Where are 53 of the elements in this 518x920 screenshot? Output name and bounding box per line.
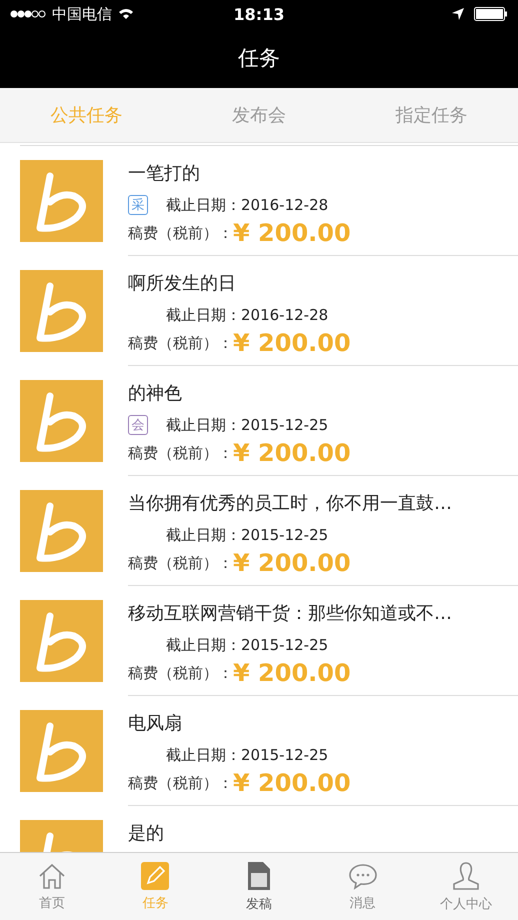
fee-amount: ¥ 200.00 xyxy=(233,219,351,247)
tab-bar-item[interactable]: 个人中心 xyxy=(414,853,518,920)
task-title: 是的 xyxy=(128,822,165,846)
fee-label: 稿费（税前）： xyxy=(128,774,233,792)
fee-amount: ¥ 200.00 xyxy=(233,439,351,467)
signal-icon xyxy=(10,10,46,18)
tab-bar-item[interactable]: 任务 xyxy=(104,853,208,920)
task-title: 移动互联网营销干货：那些你知道或不… xyxy=(128,602,453,626)
person-icon xyxy=(451,860,482,890)
fee-amount: ¥ 200.00 xyxy=(233,329,351,357)
pencil-icon xyxy=(141,862,170,890)
tab-bar-item[interactable]: 首页 xyxy=(0,853,104,920)
deadline-text: 截止日期：2016-12-28 xyxy=(166,306,328,324)
fee-amount: ¥ 200.00 xyxy=(233,549,351,577)
carrier-name: 中国电信 xyxy=(52,4,112,24)
deadline-text: 截止日期：2015-12-25 xyxy=(166,526,328,544)
logo-icon xyxy=(20,710,103,792)
tag-badge: 会 xyxy=(128,415,148,435)
logo-icon xyxy=(20,600,103,682)
task-title: 的神色 xyxy=(128,382,183,406)
chat-bubble-icon xyxy=(348,862,378,890)
tab-bar-item[interactable]: 发稿 xyxy=(207,853,311,920)
fee-label: 稿费（税前）： xyxy=(128,334,233,352)
tab-bar-item[interactable]: 消息 xyxy=(310,853,414,920)
segment-tab[interactable]: 指定任务 xyxy=(345,88,518,142)
logo-icon xyxy=(20,380,103,462)
logo-icon xyxy=(20,160,103,242)
task-title: 当你拥有优秀的员工时，你不用一直鼓… xyxy=(128,492,453,516)
battery-icon xyxy=(474,7,508,21)
home-icon xyxy=(36,862,67,890)
segment-tab[interactable]: 公共任务 xyxy=(0,88,173,142)
fee-label: 稿费（税前）： xyxy=(128,664,233,682)
fee-amount: ¥ 200.00 xyxy=(233,769,351,797)
logo-icon xyxy=(20,270,103,352)
deadline-text: 截止日期：2015-12-25 xyxy=(166,636,328,654)
fee-label: 稿费（税前）： xyxy=(128,444,233,462)
logo-icon xyxy=(20,490,103,572)
fee-amount: ¥ 200.00 xyxy=(233,659,351,687)
page-title: 任务 xyxy=(238,45,280,72)
deadline-text: 截止日期：2015-12-25 xyxy=(166,746,328,764)
tag-badge: 采 xyxy=(128,195,148,215)
location-arrow-icon xyxy=(452,8,464,20)
deadline-text: 截止日期：2015-12-25 xyxy=(166,416,328,434)
task-title: 啊所发生的日 xyxy=(128,272,237,296)
deadline-text: 截止日期：2016-12-28 xyxy=(166,196,328,214)
segment-tab[interactable]: 发布会 xyxy=(172,88,346,142)
document-icon xyxy=(246,860,271,890)
task-title: 一笔打的 xyxy=(128,162,201,186)
task-title: 电风扇 xyxy=(128,712,183,736)
fee-label: 稿费（税前）： xyxy=(128,554,233,572)
clock-time: 18:13 xyxy=(234,4,284,24)
wifi-icon xyxy=(118,8,134,20)
fee-label: 稿费（税前）： xyxy=(128,224,233,242)
